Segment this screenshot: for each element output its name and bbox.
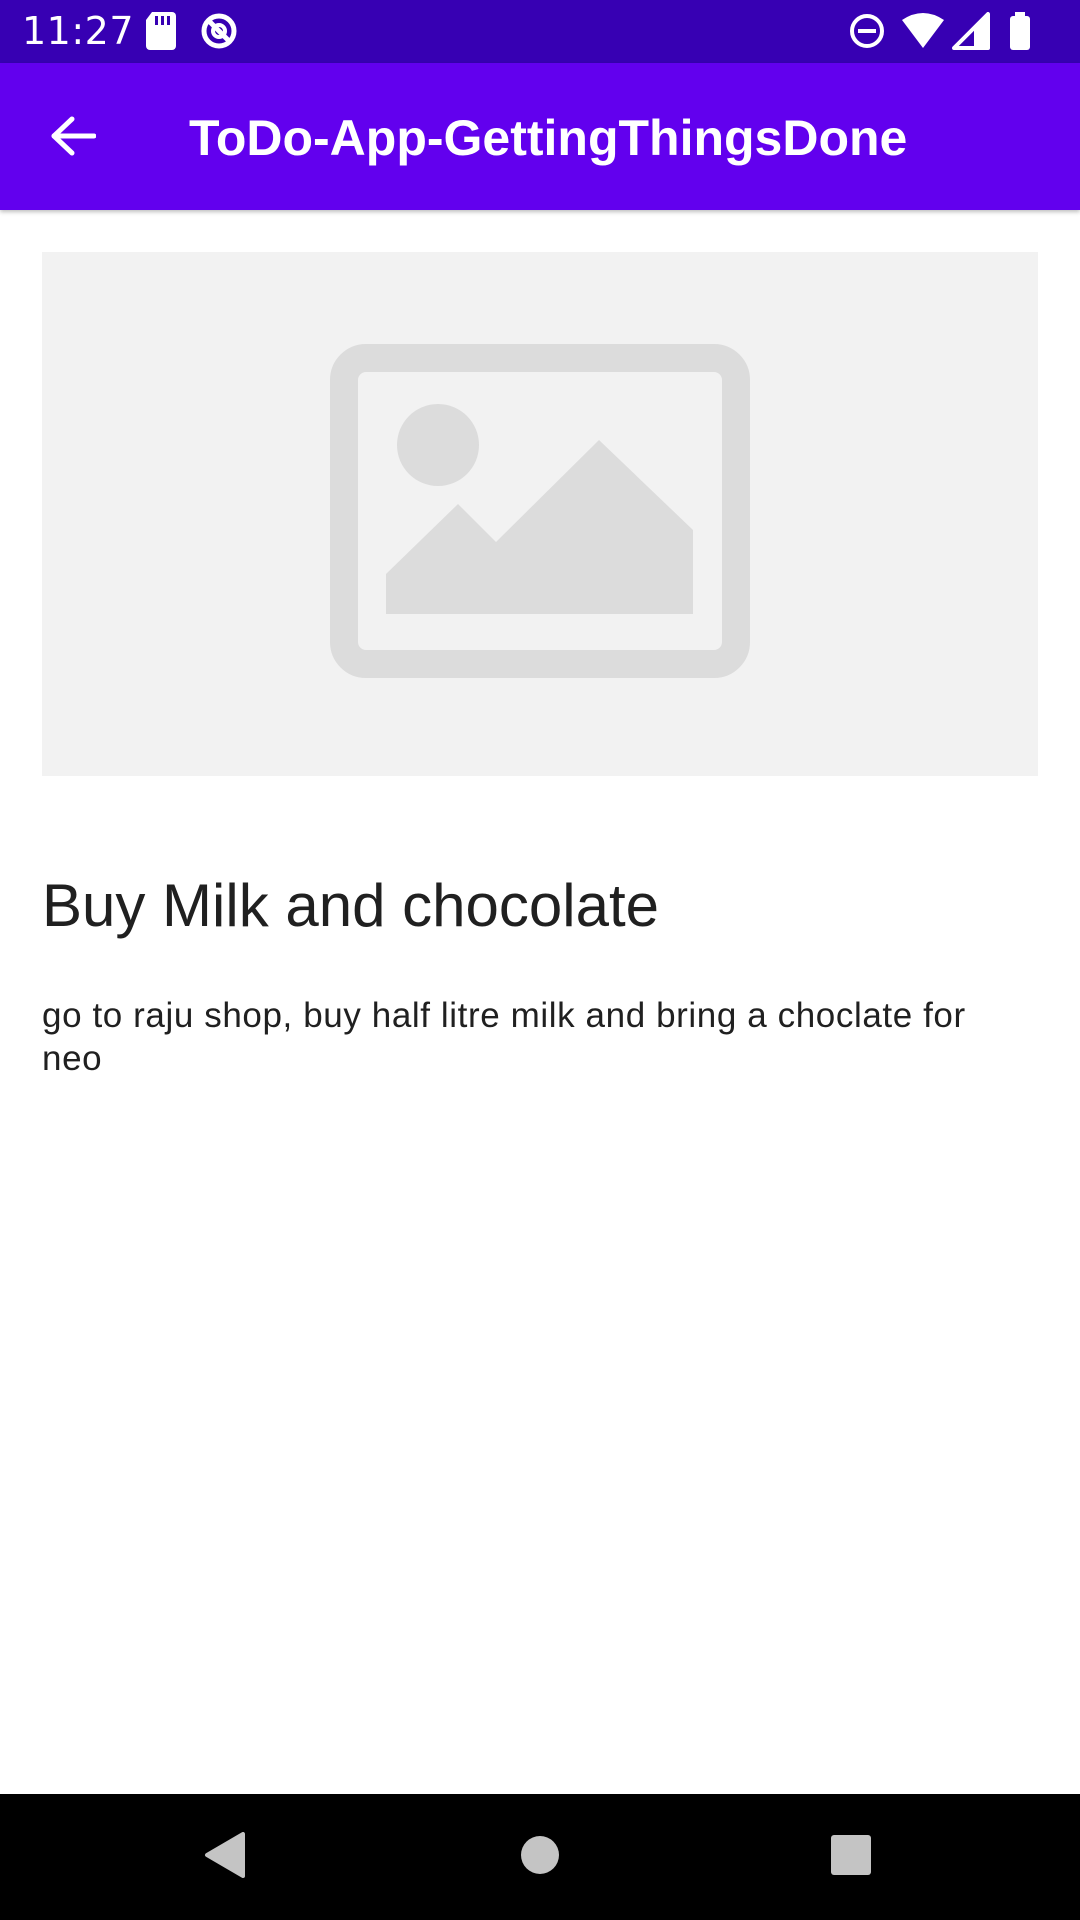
image-placeholder-icon (330, 343, 750, 685)
app-bar: ToDo-App-GettingThingsDone (0, 63, 1080, 210)
recents-square-icon (831, 1834, 871, 1880)
back-button[interactable] (30, 103, 116, 173)
battery-icon (1008, 12, 1032, 55)
nav-home-button[interactable] (505, 1822, 575, 1892)
do-not-disturb-icon (848, 12, 886, 55)
status-time: 11:27 (22, 9, 135, 53)
sync-icon (200, 12, 238, 55)
navigation-bar (0, 1794, 1080, 1920)
page-title: ToDo-App-GettingThingsDone (189, 110, 908, 166)
task-description: go to raju shop, buy half litre milk and… (42, 996, 966, 1078)
sd-card-icon (146, 12, 176, 55)
nav-recents-button[interactable] (816, 1822, 886, 1892)
nav-back-button[interactable] (190, 1822, 260, 1892)
home-circle-icon (520, 1835, 560, 1880)
arrow-back-icon (50, 116, 97, 161)
signal-icon (952, 12, 990, 55)
status-right-icons (848, 12, 1058, 52)
task-title: Buy Milk and chocolate (42, 872, 659, 939)
back-triangle-icon (203, 1831, 247, 1883)
task-image (42, 252, 1038, 776)
wifi-icon (902, 12, 944, 55)
status-bar: 11:27 (0, 0, 1080, 63)
